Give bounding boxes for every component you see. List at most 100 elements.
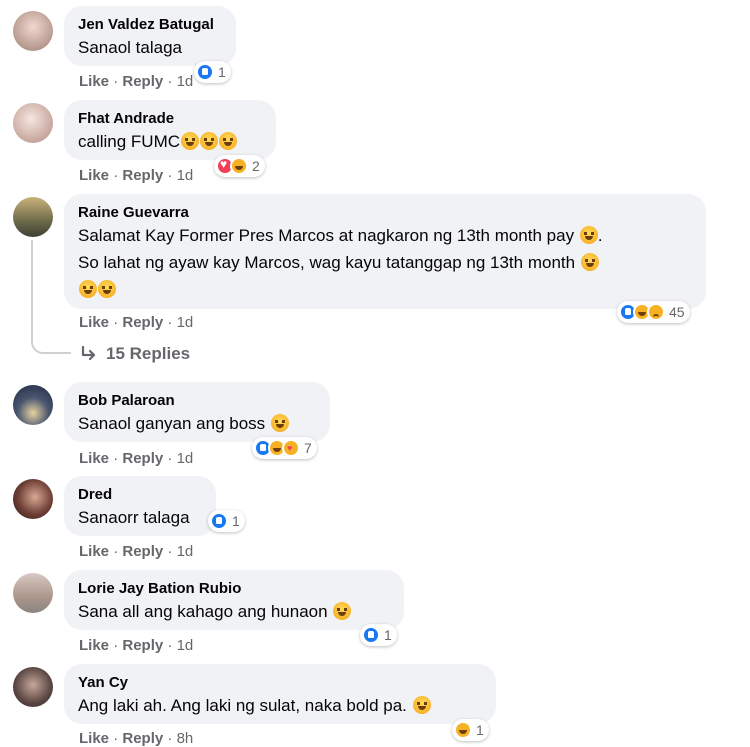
reaction-count: 7 <box>304 440 312 456</box>
replies-count: 15 Replies <box>106 344 191 363</box>
separator: · <box>167 730 173 747</box>
comment-actions: Like · Reply · 1d <box>79 167 193 184</box>
reaction-count: 2 <box>252 158 260 174</box>
avatar[interactable] <box>13 479 53 519</box>
avatar[interactable] <box>13 197 53 237</box>
comment-text: Sana all ang kahago ang hunaon <box>78 598 390 625</box>
reaction-count: 1 <box>476 722 484 738</box>
comment-text-body: Sanaol ganyan ang boss <box>78 414 266 433</box>
comment-text-line: So lahat ng ayaw kay Marcos, wag kayu ta… <box>78 253 576 272</box>
comment-actions: Like · Reply · 8h <box>79 730 193 747</box>
reaction-summary[interactable]: 2 <box>214 155 265 177</box>
haha-icon <box>230 157 248 175</box>
comment-actions: Like · Reply · 1d <box>79 314 193 331</box>
like-button[interactable]: Like <box>79 314 109 331</box>
timestamp[interactable]: 1d <box>177 637 194 654</box>
reply-button[interactable]: Reply <box>122 314 163 331</box>
comment-text-body: Ang laki ah. Ang laki ng sulat, naka bol… <box>78 696 407 715</box>
comment-bubble: Raine Guevarra Salamat Kay Former Pres M… <box>64 194 706 309</box>
thread-connector <box>31 332 71 354</box>
separator: · <box>167 73 173 90</box>
comment-actions: Like · Reply · 1d <box>79 543 193 560</box>
timestamp[interactable]: 1d <box>177 543 194 560</box>
like-button[interactable]: Like <box>79 450 109 467</box>
laughing-emoji-icon <box>579 226 598 244</box>
comment-bubble: Fhat Andrade calling FUMC <box>64 100 276 160</box>
separator: · <box>167 637 173 654</box>
reaction-summary[interactable]: 7 <box>252 437 317 459</box>
separator: · <box>113 167 119 184</box>
comment-author[interactable]: Lorie Jay Bation Rubio <box>78 579 390 598</box>
laughing-emoji-icon <box>580 253 599 271</box>
separator: · <box>113 637 119 654</box>
separator: · <box>167 167 173 184</box>
comment-author[interactable]: Jen Valdez Batugal <box>78 15 222 34</box>
avatar[interactable] <box>13 667 53 707</box>
comment-author[interactable]: Bob Palaroan <box>78 391 316 410</box>
comment-text: Sanaol ganyan ang boss <box>78 410 316 437</box>
like-button[interactable]: Like <box>79 543 109 560</box>
avatar[interactable] <box>13 103 53 143</box>
timestamp[interactable]: 1d <box>177 314 194 331</box>
reply-button[interactable]: Reply <box>122 730 163 747</box>
avatar[interactable] <box>13 385 53 425</box>
comment-author[interactable]: Raine Guevarra <box>78 203 692 222</box>
reply-button[interactable]: Reply <box>122 167 163 184</box>
laughing-emoji-icon <box>98 280 116 298</box>
like-icon <box>210 512 228 530</box>
wink-emoji-icon <box>270 414 289 432</box>
like-icon <box>362 626 380 644</box>
reply-arrow-icon <box>81 346 96 361</box>
separator: · <box>167 314 173 331</box>
comment-text-body: calling FUMC <box>78 132 181 151</box>
like-button[interactable]: Like <box>79 730 109 747</box>
separator: · <box>113 730 119 747</box>
comment-actions: Like · Reply · 1d <box>79 73 193 90</box>
avatar[interactable] <box>13 11 53 51</box>
reply-button[interactable]: Reply <box>122 73 163 90</box>
separator: · <box>167 450 173 467</box>
laughing-emoji-icon <box>79 280 97 298</box>
comment-bubble: Jen Valdez Batugal Sanaol talaga <box>64 6 236 66</box>
comment-bubble: Dred Sanaorr talaga <box>64 476 216 536</box>
like-button[interactable]: Like <box>79 637 109 654</box>
timestamp[interactable]: 8h <box>177 730 194 747</box>
reaction-count: 1 <box>384 627 392 643</box>
haha-icon <box>454 721 472 739</box>
view-replies-button[interactable]: 15 Replies <box>80 344 190 364</box>
hug-emoji-icon <box>412 696 431 714</box>
like-button[interactable]: Like <box>79 167 109 184</box>
comment-text: Ang laki ah. Ang laki ng sulat, naka bol… <box>78 692 482 719</box>
reaction-summary[interactable]: 45 <box>617 301 690 323</box>
timestamp[interactable]: 1d <box>177 167 194 184</box>
smile-emoji-icon <box>333 602 352 620</box>
comment-text-line: Salamat Kay Former Pres Marcos at nagkar… <box>78 226 575 245</box>
like-icon <box>196 63 214 81</box>
reaction-count: 45 <box>669 304 685 320</box>
separator: · <box>113 543 119 560</box>
reply-button[interactable]: Reply <box>122 450 163 467</box>
comment-bubble: Yan Cy Ang laki ah. Ang laki ng sulat, n… <box>64 664 496 724</box>
comment-text: Salamat Kay Former Pres Marcos at nagkar… <box>78 226 603 245</box>
comment-text: Sanaorr talaga <box>78 508 190 527</box>
reaction-count: 1 <box>218 64 226 80</box>
thread-line <box>31 240 33 344</box>
reaction-summary[interactable]: 1 <box>360 624 397 646</box>
separator: · <box>113 450 119 467</box>
timestamp[interactable]: 1d <box>177 450 194 467</box>
like-button[interactable]: Like <box>79 73 109 90</box>
reaction-summary[interactable]: 1 <box>194 61 231 83</box>
comment-author[interactable]: Dred <box>78 485 202 504</box>
comment-author[interactable]: Fhat Andrade <box>78 109 262 128</box>
comment-actions: Like · Reply · 1d <box>79 637 193 654</box>
comment-bubble: Bob Palaroan Sanaol ganyan ang boss <box>64 382 330 442</box>
timestamp[interactable]: 1d <box>177 73 194 90</box>
comment-author[interactable]: Yan Cy <box>78 673 482 692</box>
comment-text: So lahat ng ayaw kay Marcos, wag kayu ta… <box>78 249 692 276</box>
separator: · <box>113 73 119 90</box>
avatar[interactable] <box>13 573 53 613</box>
reaction-summary[interactable]: 1 <box>208 510 245 532</box>
reply-button[interactable]: Reply <box>122 637 163 654</box>
reaction-summary[interactable]: 1 <box>452 719 489 741</box>
reply-button[interactable]: Reply <box>122 543 163 560</box>
